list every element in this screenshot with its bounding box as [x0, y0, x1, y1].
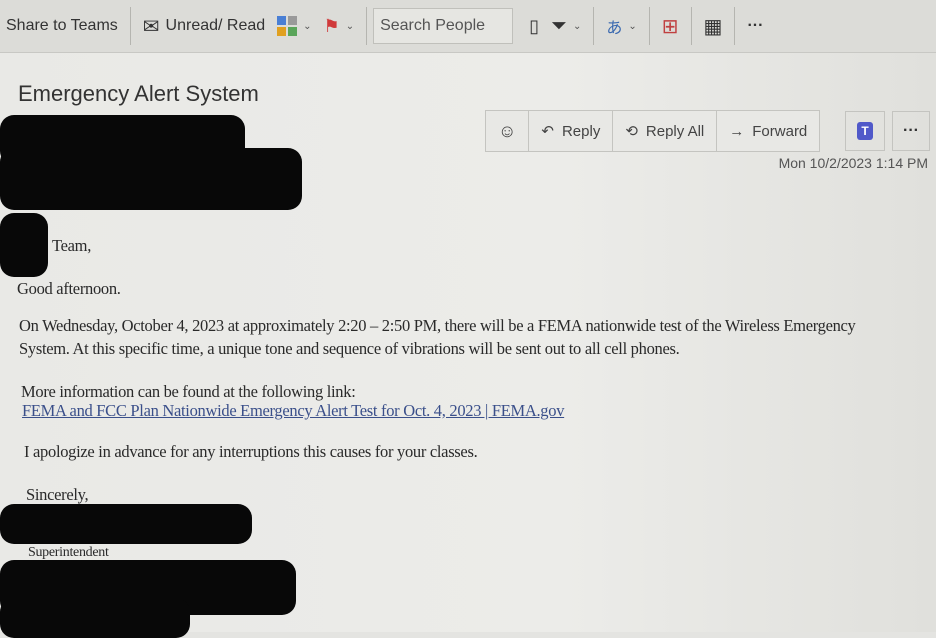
forward-label: Forward [752, 122, 808, 140]
closing: Sincerely, [26, 485, 89, 504]
message-actions: ☺ ↶ Reply ⟲ Reply All → Forward [485, 110, 821, 152]
translate-button[interactable]: あ ⌄ [600, 6, 642, 46]
divider [129, 7, 131, 45]
forward-icon: → [729, 122, 745, 140]
chevron-down-icon: ⌄ [572, 20, 582, 32]
redacted-sender [0, 148, 302, 210]
reply-label: Reply [561, 122, 601, 140]
apology-text: I apologize in advance for any interrupt… [24, 442, 478, 461]
paragraph-line: System. At this specific time, a unique … [19, 339, 680, 358]
redacted-signature [0, 598, 190, 638]
greeting: Team, [52, 236, 92, 255]
calendar-chart-icon: ▦ [703, 15, 723, 38]
flag-button[interactable]: ⚑ ⌄ [318, 6, 361, 46]
toolbar: Share to Teams ✉ Unread/ Read ⌄ ⚑ ⌄ Searc… [0, 0, 936, 53]
smiley-icon: ☺ [498, 120, 517, 141]
insights-button[interactable]: ▦ [698, 6, 729, 46]
divider [690, 7, 692, 45]
paragraph-line: On Wednesday, October 4, 2023 at approxi… [19, 316, 856, 335]
filter-button[interactable]: ⏷ ⌄ [545, 6, 587, 46]
share-to-teams-button[interactable]: Share to Teams [0, 6, 124, 46]
email-subject: Emergency Alert System [18, 81, 259, 106]
envelope-open-icon: ✉ [142, 15, 160, 38]
divider [366, 7, 368, 45]
more-actions-button[interactable]: ··· [892, 111, 930, 151]
more-info-text: More information can be found at the fol… [21, 382, 356, 401]
chevron-down-icon: ⌄ [303, 20, 312, 32]
emoji-reaction-button[interactable]: ☺ [486, 111, 530, 151]
categorize-button[interactable]: ⌄ [271, 6, 317, 46]
flag-icon: ⚑ [323, 15, 340, 36]
forward-button[interactable]: → Forward [717, 111, 819, 151]
unread-read-label: Unread/ Read [165, 17, 266, 34]
teams-icon: T [857, 122, 873, 140]
teams-button[interactable]: T [845, 111, 885, 151]
share-to-teams-label: Share to Teams [6, 17, 118, 34]
divider [734, 7, 736, 45]
sent-date: Mon 10/2/2023 1:14 PM [778, 155, 928, 171]
reply-button[interactable]: ↶ Reply [529, 111, 614, 151]
reply-all-icon: ⟲ [625, 123, 638, 140]
chevron-down-icon: ⌄ [628, 20, 637, 32]
categorize-icon [277, 16, 298, 36]
signature-title: Superintendent [28, 545, 109, 560]
reply-all-button[interactable]: ⟲ Reply All [613, 111, 718, 151]
fema-link[interactable]: FEMA and FCC Plan Nationwide Emergency A… [22, 401, 564, 420]
chevron-down-icon: ⌄ [345, 20, 355, 32]
more-icon: ··· [747, 17, 764, 34]
filter-icon: ⏷ [550, 14, 567, 37]
add-apps-button[interactable]: ⊞ [656, 6, 685, 46]
more-icon: ··· [903, 122, 919, 139]
translate-icon: あ [606, 20, 623, 37]
apps-add-icon: ⊞ [661, 15, 679, 38]
reply-all-label: Reply All [645, 122, 705, 140]
address-book-button[interactable]: ▯ [523, 6, 545, 46]
redacted-signature [0, 504, 252, 544]
redacted-recipient [0, 213, 48, 277]
more-options-button[interactable]: ··· [741, 6, 769, 46]
opening: Good afternoon. [17, 279, 121, 298]
reply-icon: ↶ [541, 123, 554, 140]
reading-pane: Emergency Alert System ☺ ↶ Reply ⟲ Reply A… [0, 53, 936, 638]
address-book-icon: ▯ [529, 15, 539, 36]
search-people-input[interactable]: Search People [373, 8, 514, 44]
search-placeholder: Search People [380, 17, 486, 34]
unread-read-button[interactable]: ✉ Unread/ Read [137, 6, 271, 46]
divider [593, 7, 595, 45]
divider [648, 7, 650, 45]
